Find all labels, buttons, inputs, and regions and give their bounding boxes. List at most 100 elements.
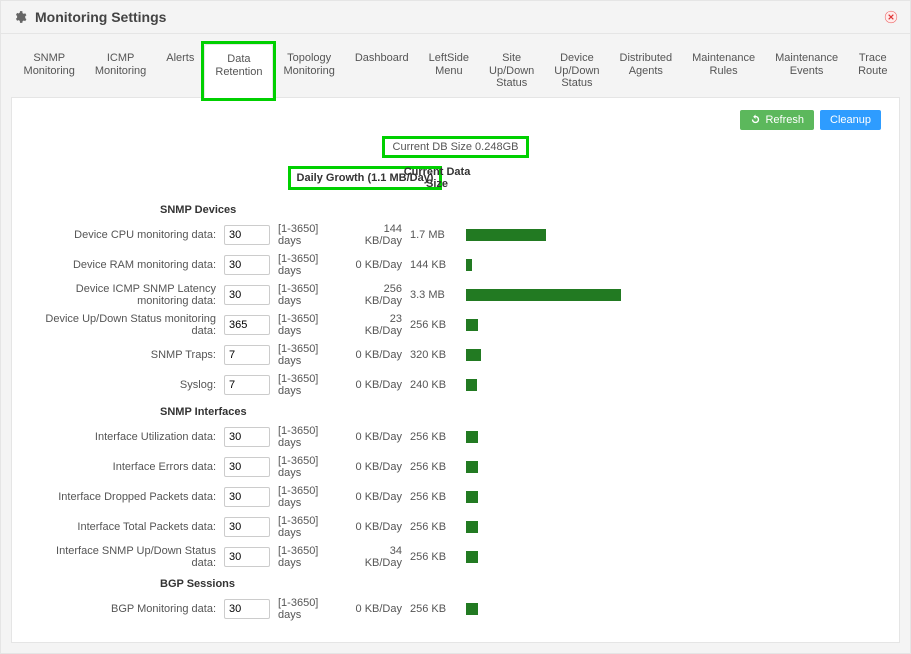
row-label: Interface Errors data:: [30, 452, 220, 482]
refresh-button[interactable]: Refresh: [740, 110, 814, 130]
row-label: BGP Monitoring data:: [30, 594, 220, 624]
range-hint: [1-3650] days: [274, 370, 346, 400]
table-row: Interface SNMP Up/Down Status data: [1-36…: [30, 542, 881, 572]
range-hint: [1-3650] days: [274, 512, 346, 542]
current-size-value: 256 KB: [406, 452, 462, 482]
size-bar: [466, 259, 806, 271]
range-hint: [1-3650] days: [274, 250, 346, 280]
table-row: Interface Errors data: [1-3650] days0 KB/…: [30, 452, 881, 482]
table-row: Device ICMP SNMP Latency monitoring data…: [30, 280, 881, 310]
current-size-header: Current Data Size: [402, 166, 472, 190]
table-row: Device Up/Down Status monitoring data:[1…: [30, 310, 881, 340]
tab-maintenance-rules[interactable]: Maintenance Rules: [682, 44, 765, 98]
section-header: SNMP Devices: [160, 198, 881, 220]
size-bar: [466, 461, 806, 473]
refresh-label: Refresh: [765, 114, 804, 126]
row-label: Interface Total Packets data:: [30, 512, 220, 542]
column-headers: Daily Growth (1.1 MB/Day) Current Data S…: [30, 166, 881, 190]
row-label: Device Up/Down Status monitoring data:: [30, 310, 220, 340]
row-label: Device ICMP SNMP Latency monitoring data…: [30, 280, 220, 310]
current-size-value: 1.7 MB: [406, 220, 462, 250]
refresh-icon: [750, 114, 761, 125]
tab-distributed-agents[interactable]: Distributed Agents: [610, 44, 683, 98]
size-bar: [466, 521, 806, 533]
retention-days-input[interactable]: [224, 457, 270, 477]
size-bar: [466, 289, 806, 301]
tab-site-up/down-status[interactable]: Site Up/Down Status: [479, 44, 544, 98]
size-bar: [466, 229, 806, 241]
dialog-title: Monitoring Settings: [35, 9, 884, 25]
content-panel: Refresh Cleanup Current DB Size 0.248GB …: [11, 97, 900, 643]
table-row: Interface Dropped Packets data:[1-3650] …: [30, 482, 881, 512]
retention-days-input[interactable]: [224, 517, 270, 537]
row-label: Device RAM monitoring data:: [30, 250, 220, 280]
retention-days-input[interactable]: [224, 375, 270, 395]
current-size-value: 3.3 MB: [406, 280, 462, 310]
retention-days-input[interactable]: [224, 225, 270, 245]
row-label: SNMP Traps:: [30, 340, 220, 370]
row-label: Device CPU monitoring data:: [30, 220, 220, 250]
retention-days-input[interactable]: [224, 547, 270, 567]
tab-alerts[interactable]: Alerts: [156, 44, 204, 98]
current-size-value: 256 KB: [406, 542, 462, 572]
table-row: Syslog: [1-3650] days0 KB/Day240 KB: [30, 370, 881, 400]
range-hint: [1-3650] days: [274, 452, 346, 482]
retention-days-input[interactable]: [224, 599, 270, 619]
size-bar: [466, 349, 806, 361]
daily-growth-value: 34 KB/Day: [346, 542, 406, 572]
table-row: Interface Utilization data:[1-3650] days…: [30, 422, 881, 452]
daily-growth-value: 256 KB/Day: [346, 280, 406, 310]
current-size-value: 144 KB: [406, 250, 462, 280]
tab-topology-monitoring[interactable]: Topology Monitoring: [273, 44, 344, 98]
tab-maintenance-events[interactable]: Maintenance Events: [765, 44, 848, 98]
table-row: SNMP Traps:[1-3650] days0 KB/Day320 KB: [30, 340, 881, 370]
table-row: Device CPU monitoring data: [1-3650] days…: [30, 220, 881, 250]
daily-growth-value: 144 KB/Day: [346, 220, 406, 250]
row-label: Interface SNMP Up/Down Status data:: [30, 542, 220, 572]
daily-growth-value: 0 KB/Day: [346, 422, 406, 452]
range-hint: [1-3650] days: [274, 340, 346, 370]
size-bar: [466, 491, 806, 503]
daily-growth-value: 23 KB/Day: [346, 310, 406, 340]
retention-days-input[interactable]: [224, 345, 270, 365]
daily-growth-value: 0 KB/Day: [346, 250, 406, 280]
retention-days-input[interactable]: [224, 285, 270, 305]
tab-leftside-menu[interactable]: LeftSide Menu: [419, 44, 479, 98]
close-icon[interactable]: [884, 10, 898, 24]
section-header: SNMP Interfaces: [160, 400, 881, 422]
tab-trace-route[interactable]: Trace Route: [848, 44, 897, 98]
range-hint: [1-3650] days: [274, 542, 346, 572]
retention-days-input[interactable]: [224, 487, 270, 507]
tab-snmp-monitoring[interactable]: SNMP Monitoring: [14, 44, 85, 98]
current-size-value: 256 KB: [406, 310, 462, 340]
size-bar: [466, 379, 806, 391]
table-row: Device RAM monitoring data: [1-3650] days…: [30, 250, 881, 280]
range-hint: [1-3650] days: [274, 594, 346, 624]
retention-days-input[interactable]: [224, 315, 270, 335]
tab-data-retention[interactable]: Data Retention: [204, 44, 273, 98]
gear-icon: [13, 10, 27, 24]
range-hint: [1-3650] days: [274, 422, 346, 452]
size-bar: [466, 319, 806, 331]
range-hint: [1-3650] days: [274, 220, 346, 250]
table-row: BGP Monitoring data:[1-3650] days0 KB/Da…: [30, 594, 881, 624]
size-bar: [466, 431, 806, 443]
cleanup-button[interactable]: Cleanup: [820, 110, 881, 130]
daily-growth-value: 0 KB/Day: [346, 370, 406, 400]
current-size-value: 256 KB: [406, 512, 462, 542]
current-size-value: 256 KB: [406, 422, 462, 452]
dialog-header: Monitoring Settings: [1, 1, 910, 34]
current-size-value: 240 KB: [406, 370, 462, 400]
daily-growth-value: 0 KB/Day: [346, 452, 406, 482]
retention-days-input[interactable]: [224, 255, 270, 275]
row-label: Syslog:: [30, 370, 220, 400]
tab-bar: SNMP MonitoringICMP MonitoringAlertsData…: [0, 34, 911, 98]
retention-days-input[interactable]: [224, 427, 270, 447]
section-header: BGP Sessions: [160, 572, 881, 594]
tab-dashboard[interactable]: Dashboard: [345, 44, 419, 98]
size-bar: [466, 603, 806, 615]
tab-icmp-monitoring[interactable]: ICMP Monitoring: [85, 44, 156, 98]
current-db-size-value: Current DB Size 0.248GB: [382, 136, 530, 158]
size-bar: [466, 551, 806, 563]
tab-device-up/down-status[interactable]: Device Up/Down Status: [544, 44, 609, 98]
